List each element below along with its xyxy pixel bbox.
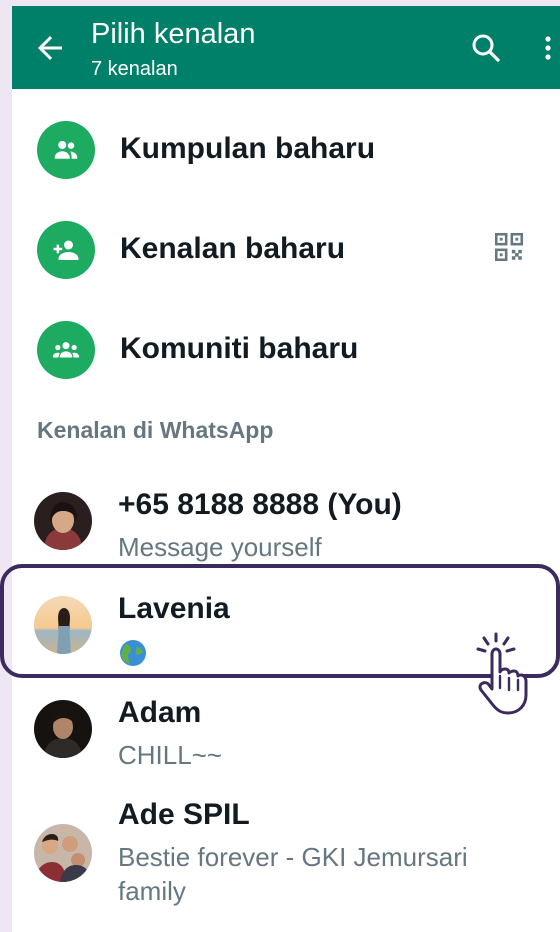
contact-photo (34, 700, 92, 758)
more-vert-icon (545, 36, 551, 60)
contact-name: +65 8188 8888 (You) (118, 488, 402, 521)
new-group-avatar (37, 121, 95, 179)
contact-photo (34, 824, 92, 882)
avatar (34, 596, 92, 654)
contact-status: Bestie forever - GKI Jemursari family (118, 842, 468, 906)
globe-emoji (118, 638, 148, 668)
section-header: Kenalan di WhatsApp (37, 417, 274, 443)
contact-count: 7 kenalan (91, 58, 178, 80)
page-title: Pilih kenalan (91, 18, 256, 50)
group-icon (54, 141, 78, 159)
contact-photo (34, 596, 92, 654)
new-group-label: Kumpulan baharu (120, 132, 376, 165)
contact-row-ade-spil[interactable]: Ade SPIL Bestie forever - GKI Jemursari … (12, 782, 560, 906)
avatar (34, 824, 92, 882)
new-contact-label: Kenalan baharu (120, 232, 346, 265)
contact-photo (34, 492, 92, 550)
new-community-label: Komuniti baharu (120, 332, 359, 365)
qr-code-icon (494, 232, 524, 262)
contact-row-self[interactable]: +65 8188 8888 (You) Message yourself (12, 472, 560, 576)
new-group-row[interactable]: Kumpulan baharu (12, 100, 560, 200)
new-community-row[interactable]: Komuniti baharu (12, 300, 560, 400)
new-contact-row[interactable]: Kenalan baharu (12, 200, 560, 300)
app-bar: Pilih kenalan 7 kenalan (12, 6, 560, 89)
tap-hand-icon (466, 632, 536, 716)
avatar (34, 700, 92, 758)
contact-name: Lavenia (118, 592, 230, 625)
contact-status: CHILL~~ (118, 740, 223, 770)
community-icon (52, 342, 80, 358)
contact-name: Ade SPIL (118, 798, 250, 831)
arrow-left-icon (38, 36, 62, 60)
more-options-button[interactable] (538, 30, 558, 66)
contact-status: Message yourself (118, 532, 322, 562)
contact-picker-screen: Pilih kenalan 7 kenalan Kumpulan baharu … (12, 6, 560, 932)
contact-name: Adam (118, 696, 202, 729)
back-button[interactable] (32, 30, 68, 66)
qr-code-button[interactable] (492, 230, 526, 264)
person-add-icon (53, 240, 79, 260)
globe-icon (120, 640, 146, 666)
new-community-avatar (37, 321, 95, 379)
avatar (34, 492, 92, 550)
search-button[interactable] (468, 30, 504, 66)
search-icon (472, 34, 500, 62)
new-contact-avatar (37, 221, 95, 279)
